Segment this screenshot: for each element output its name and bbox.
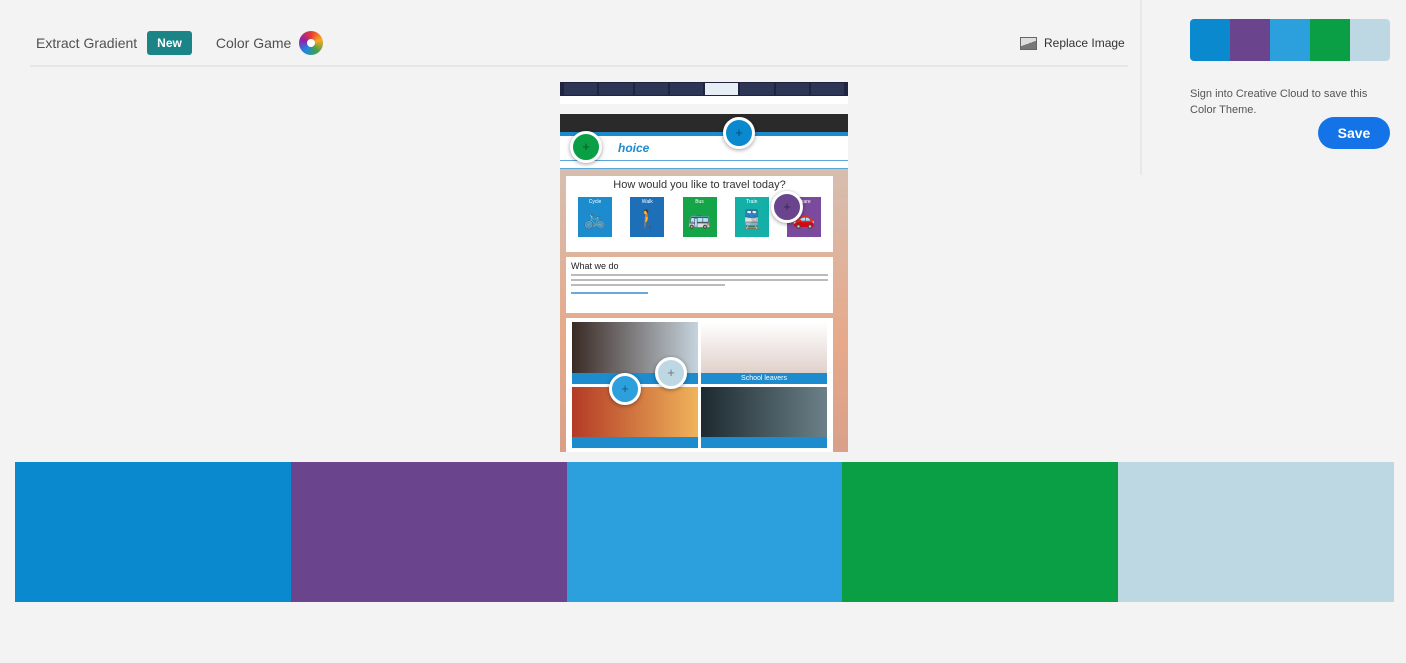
preview-swatch-2[interactable] <box>1230 19 1270 61</box>
tile-caption: School leavers <box>701 372 827 384</box>
image-icon <box>1020 36 1037 50</box>
source-image: hoice How would you like to travel today… <box>560 82 848 452</box>
color-picker-3[interactable]: + <box>609 373 641 405</box>
color-swatches <box>15 462 1394 602</box>
swatch-1[interactable] <box>15 462 291 602</box>
address-bar <box>560 96 848 104</box>
signin-message: Sign into Creative Cloud to save this Co… <box>1190 88 1368 116</box>
tile-school-leavers: School leavers <box>701 322 827 384</box>
color-picker-5[interactable]: + <box>655 357 687 389</box>
header-tools: Extract Gradient New Color Game <box>36 30 324 56</box>
replace-image-label: Replace Image <box>1044 36 1125 50</box>
mode-cycle: Cycle 🚲 <box>578 197 612 237</box>
browser-tabs <box>560 82 848 96</box>
mode-bus: Bus 🚌 <box>682 197 717 237</box>
color-picker-4[interactable]: + <box>570 131 602 163</box>
bicycle-icon: 🚲 <box>583 209 607 229</box>
train-icon: 🚆 <box>740 209 763 229</box>
preview-swatch-1[interactable] <box>1190 19 1230 61</box>
theme-preview <box>1190 19 1390 61</box>
preview-swatch-4[interactable] <box>1310 19 1350 61</box>
new-badge: New <box>147 31 192 55</box>
preview-swatch-3[interactable] <box>1270 19 1310 61</box>
site-logo: hoice <box>560 136 848 160</box>
theme-panel: Sign into Creative Cloud to save this Co… <box>1140 0 1406 175</box>
mode-label: Walk <box>641 199 653 205</box>
site-nav <box>560 160 848 169</box>
bus-icon: 🚌 <box>688 209 711 229</box>
color-game-link[interactable]: Color Game <box>216 35 291 51</box>
swatch-4[interactable] <box>842 462 1119 602</box>
color-picker-1[interactable]: + <box>723 117 755 149</box>
color-wheel-icon[interactable] <box>299 31 324 55</box>
save-button[interactable]: Save <box>1318 117 1390 149</box>
site-topbar <box>560 114 848 132</box>
mode-walk: Walk 🚶 <box>630 197 665 237</box>
tile-caption <box>572 437 698 448</box>
travel-headline: How would you like to travel today? <box>613 179 786 191</box>
page-gap <box>560 104 848 114</box>
mode-label: Bus <box>695 199 704 205</box>
tile-caption <box>701 437 827 448</box>
swatch-2[interactable] <box>290 462 567 602</box>
preview-swatch-5[interactable] <box>1350 19 1390 61</box>
swatch-5[interactable] <box>1118 462 1394 602</box>
audience-grid: School leavers <box>566 318 833 452</box>
color-picker-2[interactable]: + <box>771 191 803 223</box>
mode-train: Train 🚆 <box>734 197 769 237</box>
swatch-3[interactable] <box>566 462 843 602</box>
extract-gradient-link[interactable]: Extract Gradient <box>36 35 137 51</box>
mode-label: Cycle <box>588 199 602 205</box>
site-brand: hoice <box>618 141 650 155</box>
what-we-do-title: What we do <box>571 261 619 271</box>
what-we-do-card: What we do <box>566 257 833 313</box>
mode-label: Train <box>746 199 758 205</box>
tile-4 <box>701 386 827 448</box>
replace-image-button[interactable]: Replace Image <box>1020 36 1125 50</box>
walk-icon: 🚶 <box>636 209 659 229</box>
header-divider <box>30 65 1128 67</box>
